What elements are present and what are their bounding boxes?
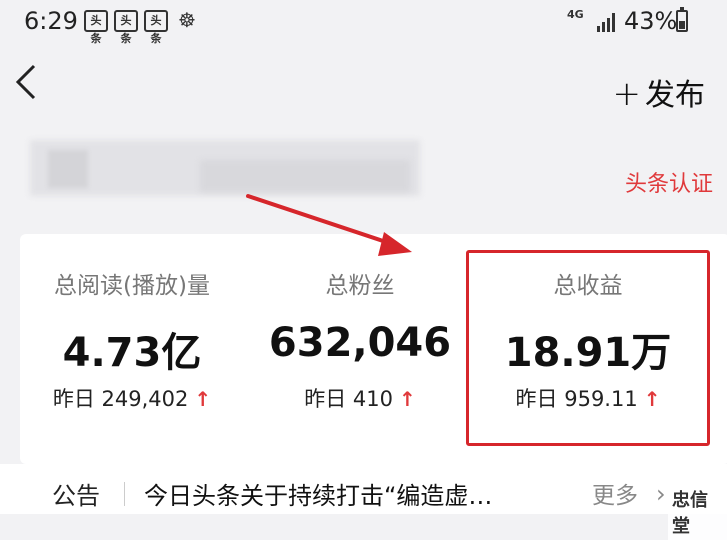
stat-yesterday-fans: 昨日 410 ↑ <box>250 383 470 413</box>
battery-icon <box>676 7 688 32</box>
stat-value-fans[interactable]: 632,046 <box>250 320 470 366</box>
notice-label: 公告 <box>52 482 100 510</box>
up-arrow-icon: ↑ <box>194 387 212 411</box>
stat-value-reads[interactable]: 4.73亿 <box>22 320 242 378</box>
battery-percent: 43% <box>624 7 678 35</box>
notice-more-link[interactable]: 更多 <box>592 476 638 510</box>
stat-label-reads: 总阅读(播放)量 <box>54 273 210 299</box>
stat-yesterday-reads: 昨日 249,402 ↑ <box>22 383 242 413</box>
stat-label-fans: 总粉丝 <box>325 273 395 299</box>
blurred-avatar <box>48 150 88 188</box>
yesterday-value: 249,402 <box>101 387 189 411</box>
network-badge: 4G <box>567 8 584 21</box>
publish-button[interactable]: + 发布 <box>613 70 706 114</box>
notice-divider <box>124 482 125 506</box>
up-arrow-icon: ↑ <box>399 387 416 411</box>
chevron-right-icon[interactable]: › <box>656 480 666 508</box>
watermark: 忠信堂 <box>668 484 727 540</box>
toutiao-notification-icon: 头条 <box>84 10 108 45</box>
status-time: 6:29 <box>24 7 78 35</box>
blurred-profile-text <box>200 160 410 192</box>
certification-label[interactable]: 头条认证 <box>625 166 713 198</box>
yesterday-value: 410 <box>352 387 393 411</box>
notice-text[interactable]: 今日头条关于持续打击“编造虚… <box>144 476 492 511</box>
status-bar: 6:29 头条 头条 头条 ☸ 4G 43% <box>0 0 727 45</box>
yesterday-prefix: 昨日 <box>52 387 95 411</box>
publish-label: 发布 <box>645 78 705 113</box>
toutiao-notification-icon: 头条 <box>144 10 168 45</box>
earnings-highlight-box <box>466 250 710 446</box>
bug-icon: ☸ <box>178 8 196 32</box>
plus-icon: + <box>612 74 642 114</box>
yesterday-prefix: 昨日 <box>304 387 347 411</box>
back-arrow-icon[interactable] <box>10 62 46 102</box>
signal-icon <box>597 12 619 32</box>
notice-bar[interactable]: 公告 今日头条关于持续打击“编造虚… 更多 <box>0 464 727 514</box>
toutiao-notification-icon: 头条 <box>114 10 138 45</box>
